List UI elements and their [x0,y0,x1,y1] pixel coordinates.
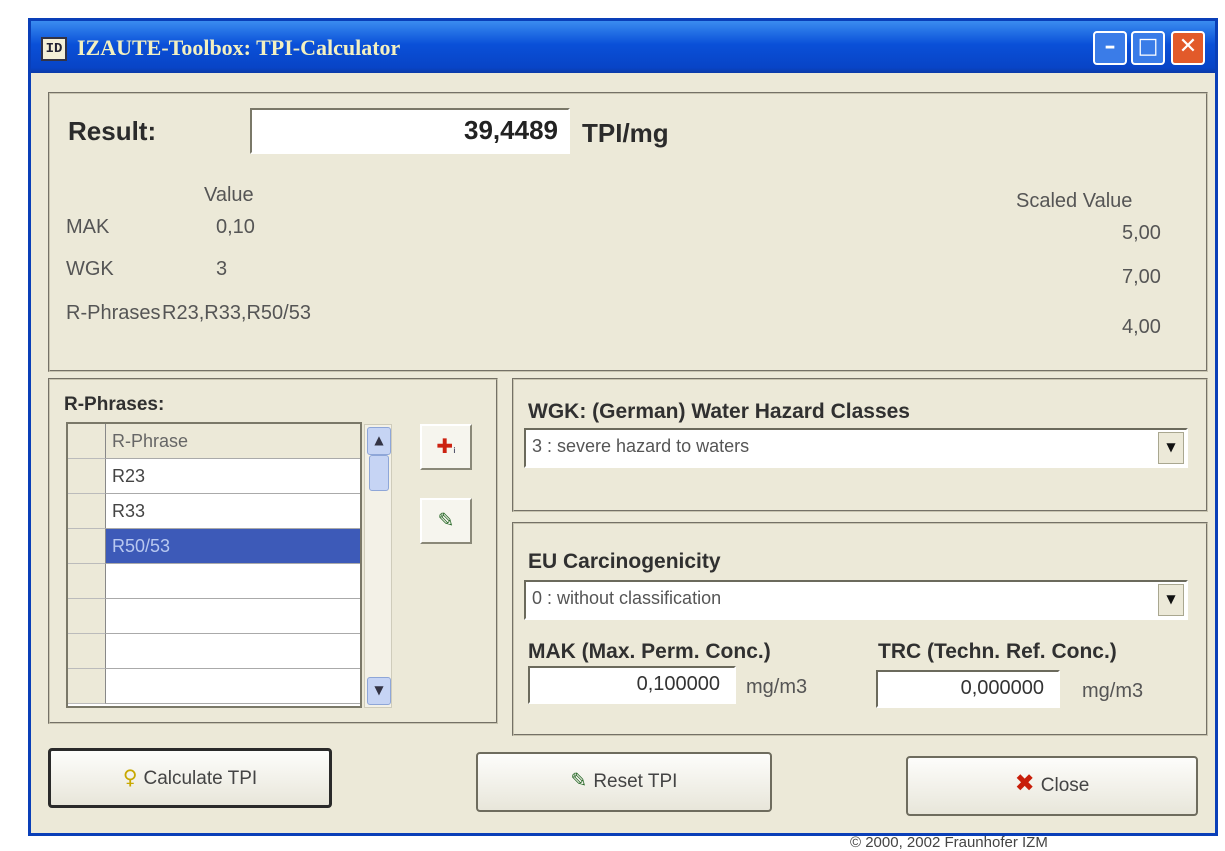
minimize-button[interactable]: – [1093,31,1127,65]
window-title: IZAUTE-Toolbox: TPI-Calculator [77,35,401,60]
add-phrase-icon: ✚ᵢ [436,434,456,458]
rphrase-cell[interactable] [106,599,360,634]
param-value-rphrases: R23,R33,R50/53 [162,302,311,324]
table-row[interactable] [68,599,360,634]
chevron-down-icon[interactable]: ▼ [1158,432,1184,464]
param-scaled-wgk: 7,00 [1122,266,1161,288]
rphrase-cell[interactable] [106,564,360,599]
title-bar[interactable]: ID IZAUTE-Toolbox: TPI-Calculator – □ ✕ [31,21,1215,73]
result-unit: TPI/mg [582,118,669,148]
mak-label: MAK (Max. Perm. Conc.) [528,640,771,663]
rphrase-scrollbar[interactable]: ▲ ▼ [364,424,392,708]
table-row[interactable]: R33 [68,494,360,529]
close-window-button[interactable]: ✕ [1171,31,1205,65]
rphrase-cell[interactable] [106,669,360,704]
trc-field[interactable]: 0,000000 [876,670,1060,708]
param-value-wgk: 3 [216,258,228,280]
table-row-selected[interactable]: R50/53 [68,529,360,564]
eu-selected-value: 0 : without classification [532,588,722,608]
scaled-value-header: Scaled Value [1016,190,1133,212]
param-name-mak: MAK [66,216,110,238]
value-header: Value [204,184,254,206]
close-button[interactable]: ✖ Close [906,756,1198,816]
row-selector[interactable] [68,564,106,599]
result-value: 39,4489 [250,108,570,154]
trc-label: TRC (Techn. Ref. Conc.) [878,640,1117,663]
param-value-mak: 0,10 [216,216,255,238]
mak-field[interactable]: 0,100000 [528,666,736,704]
eraser-icon: ✎ [437,508,455,532]
result-label: Result: [68,116,157,146]
table-row[interactable] [68,669,360,706]
x-icon: ✖ [1014,769,1035,797]
scroll-up-icon[interactable]: ▲ [367,427,391,455]
wgk-selected-value: 3 : severe hazard to waters [532,436,750,456]
mak-unit: mg/m3 [746,676,808,698]
trc-unit: mg/m3 [1082,680,1144,702]
reset-label: Reset TPI [593,771,678,792]
row-selector[interactable] [68,459,106,494]
chevron-down-icon[interactable]: ▼ [1158,584,1184,616]
column-header-rphrase[interactable]: R-Phrase [106,424,360,459]
row-selector[interactable] [68,599,106,634]
eraser-icon: ✎ [570,768,588,792]
wgk-select[interactable]: 3 : severe hazard to waters ▼ [524,428,1188,468]
eu-select[interactable]: 0 : without classification ▼ [524,580,1188,620]
copyright-text: © 2000, 2002 Fraunhofer IZM [850,834,1048,851]
rphrases-label: R-Phrases: [64,394,165,415]
lightbulb-icon: ♀ [122,765,138,789]
scroll-down-icon[interactable]: ▼ [367,677,391,705]
row-selector[interactable] [68,494,106,529]
row-selector[interactable] [68,424,106,459]
row-selector[interactable] [68,529,106,564]
app-icon: ID [41,37,67,61]
scroll-thumb[interactable] [369,455,389,491]
result-number: 39,4489 [464,115,558,145]
param-scaled-mak: 5,00 [1122,222,1161,244]
rphrase-cell[interactable]: R23 [106,459,360,494]
rphrase-table[interactable]: R-Phrase R23 R33 R50/53 [66,422,362,708]
param-name-rphrases: R-Phrases [66,302,161,324]
row-selector[interactable] [68,669,106,704]
table-row[interactable]: R23 [68,459,360,494]
reset-tpi-button[interactable]: ✎ Reset TPI [476,752,772,812]
mak-value: 0,100000 [636,673,720,695]
trc-value: 0,000000 [960,677,1044,699]
row-selector[interactable] [68,634,106,669]
param-scaled-rphrases: 4,00 [1122,316,1161,338]
table-row[interactable] [68,564,360,599]
param-name-wgk: WGK [66,258,114,280]
wgk-label: WGK: (German) Water Hazard Classes [528,400,910,423]
close-label: Close [1040,775,1090,796]
calculate-tpi-button[interactable]: ♀ Calculate TPI [48,748,332,808]
rphrase-cell[interactable]: R33 [106,494,360,529]
table-row[interactable] [68,634,360,669]
calculate-label: Calculate TPI [143,768,258,789]
rphrase-cell[interactable]: R50/53 [106,529,360,564]
maximize-button[interactable]: □ [1131,31,1165,65]
add-phrase-button[interactable]: ✚ᵢ [420,424,472,470]
clear-phrase-button[interactable]: ✎ [420,498,472,544]
table-header-row: R-Phrase [68,424,360,459]
eu-label: EU Carcinogenicity [528,550,721,573]
rphrase-cell[interactable] [106,634,360,669]
